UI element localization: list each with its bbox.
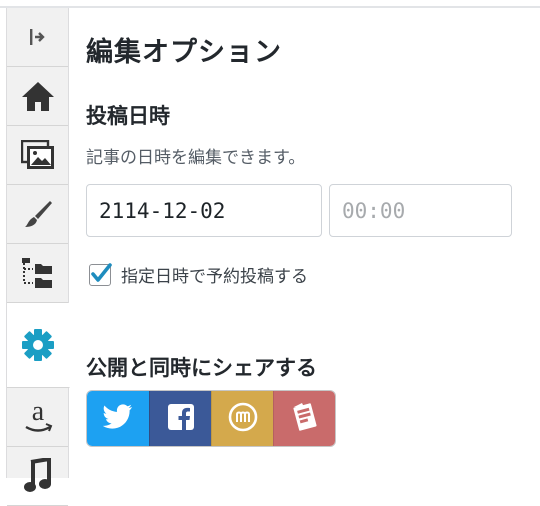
amazon-icon: a: [21, 398, 55, 436]
hatena-icon: [290, 401, 320, 437]
sidebar-tab-design[interactable]: [7, 185, 68, 244]
sidebar: a: [6, 8, 70, 506]
panel-title: 編集オプション: [86, 37, 282, 68]
mixi-icon: [228, 402, 258, 436]
music-icon: [23, 458, 53, 494]
sidebar-tab-categories[interactable]: [7, 244, 68, 303]
sidebar-tab-music[interactable]: [7, 447, 68, 506]
share-heading: 公開と同時にシェアする: [86, 356, 317, 380]
share-twitter-button[interactable]: [87, 391, 149, 446]
share-buttons: [86, 390, 336, 447]
share-facebook-button[interactable]: [149, 391, 211, 446]
svg-text:a: a: [31, 398, 44, 427]
sidebar-tab-collapse[interactable]: [7, 8, 68, 67]
date-input[interactable]: 2114-12-02: [86, 184, 322, 237]
gear-icon: [21, 328, 55, 362]
share-hatena-button[interactable]: [273, 391, 335, 446]
schedule-description: 記事の日時を編集できます。: [86, 148, 306, 168]
schedule-heading: 投稿日時: [86, 104, 170, 128]
home-icon: [20, 80, 56, 112]
sidebar-tab-amazon[interactable]: a: [7, 388, 68, 447]
twitter-icon: [102, 403, 133, 434]
collapse-arrow-icon: [28, 28, 48, 46]
share-mixi-button[interactable]: [211, 391, 273, 446]
schedule-checkbox-row: 指定日時で予約投稿する: [89, 262, 308, 287]
folder-tree-icon: [21, 257, 55, 289]
schedule-checkbox[interactable]: [89, 262, 112, 286]
facebook-icon: [167, 403, 194, 434]
image-icon: [20, 140, 55, 170]
brush-icon: [23, 199, 53, 229]
time-input[interactable]: 00:00: [329, 184, 512, 237]
sidebar-tab-home[interactable]: [7, 67, 68, 126]
sidebar-tab-media[interactable]: [7, 126, 68, 185]
edit-options-panel: 編集オプション 投稿日時 記事の日時を編集できます。 2114-12-02 00…: [86, 0, 526, 478]
schedule-checkbox-label[interactable]: 指定日時で予約投稿する: [121, 262, 308, 287]
sidebar-tab-settings[interactable]: [7, 303, 70, 388]
